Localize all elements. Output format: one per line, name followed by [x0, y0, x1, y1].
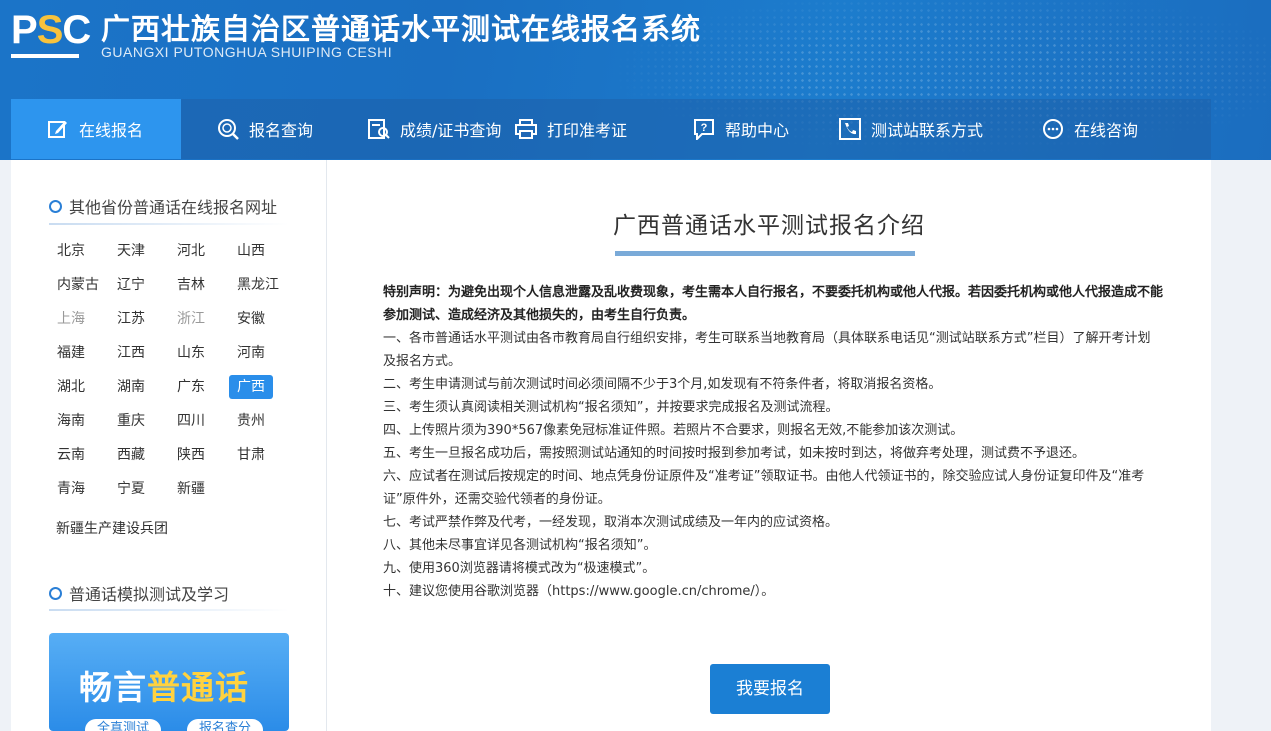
notice-item: 六、应试者在测试后按规定的时间、地点凭身份证原件及“准考证”领取证书。由他人代领… — [383, 469, 1145, 507]
province-link-tianjin[interactable]: 天津 — [113, 239, 149, 263]
province-link-chongqing[interactable]: 重庆 — [113, 409, 149, 433]
province-link-shandong[interactable]: 山东 — [173, 341, 209, 365]
phone-icon — [839, 118, 861, 140]
province-link-shaanxi[interactable]: 陕西 — [173, 443, 209, 467]
province-link-anhui[interactable]: 安徽 — [233, 307, 269, 331]
notice-item: 九、使用360浏览器请将模式改为“极速模式”。 — [383, 561, 656, 576]
notice-item: 七、考试严禁作弊及代考，一经发现，取消本次测试成绩及一年内的应试资格。 — [383, 515, 839, 530]
notice-item: 十、建议您使用谷歌浏览器（https://www.google.cn/chrom… — [383, 584, 775, 599]
divider — [49, 609, 289, 611]
page-title: 广西普通话水平测试报名介绍 — [613, 213, 925, 239]
site-title: 广西壮族自治区普通话水平测试在线报名系统 — [101, 12, 702, 46]
psc-logo: PSC — [11, 10, 91, 60]
chat-icon — [1043, 119, 1063, 139]
printer-icon — [515, 119, 537, 139]
banner-pill-query-score[interactable]: 报名查分 — [187, 719, 264, 731]
province-link-gansu[interactable]: 甘肃 — [233, 443, 269, 467]
province-link-zhejiang[interactable]: 浙江 — [173, 307, 209, 331]
province-link-qinghai[interactable]: 青海 — [53, 477, 89, 501]
edit-icon — [48, 121, 67, 138]
notice-content: 特别声明：为避免出现个人信息泄露及乱收费现象，考生需本人自行报名，不要委托机构或… — [383, 281, 1163, 603]
circle-bullet-icon — [49, 199, 62, 213]
circle-bullet-icon — [49, 586, 62, 600]
notice-item: 五、考生一旦报名成功后，需按照测试站通知的时间按时报到参加考试，如未按时到达，将… — [383, 446, 1086, 461]
nav-online-consultation[interactable]: 在线咨询 — [1042, 99, 1210, 159]
province-link-jilin[interactable]: 吉林 — [173, 273, 209, 297]
province-link-xizang[interactable]: 西藏 — [113, 443, 149, 467]
province-link-heilongjiang[interactable]: 黑龙江 — [233, 273, 283, 297]
province-link-neimenggu[interactable]: 内蒙古 — [53, 273, 103, 297]
province-link-guangxi[interactable]: 广西 — [229, 375, 273, 399]
banner-title: 畅言普通话 — [79, 668, 249, 707]
header-banner: PSC 广西壮族自治区普通话水平测试在线报名系统 GUANGXI PUTONGH… — [0, 0, 1271, 160]
province-link-hebei[interactable]: 河北 — [173, 239, 209, 263]
province-link-henan[interactable]: 河南 — [233, 341, 269, 365]
nav-online-registration[interactable]: 在线报名 — [11, 99, 181, 159]
notice-item: 三、考生须认真阅读相关测试机构“报名须知”，并按要求完成报名及测试流程。 — [383, 400, 839, 415]
province-link-shanxi[interactable]: 山西 — [233, 239, 269, 263]
svg-text:?: ? — [701, 122, 708, 134]
left-sidebar: 其他省份普通话在线报名网址 北京 天津 河北 山西 内蒙古 辽宁 吉林 黑龙江 … — [11, 160, 327, 731]
nav-help-center[interactable]: ? 帮助中心 — [693, 99, 839, 159]
province-link-ningxia[interactable]: 宁夏 — [113, 477, 149, 501]
banner-pill-full-test[interactable]: 全真测试 — [85, 719, 162, 731]
province-link-hainan[interactable]: 海南 — [53, 409, 89, 433]
nav-print-admission-ticket[interactable]: 打印准考证 — [515, 99, 693, 159]
nav-registration-query[interactable]: 报名查询 — [181, 99, 331, 159]
province-link-yunnan[interactable]: 云南 — [53, 443, 89, 467]
certificate-search-icon — [368, 119, 390, 139]
main-nav: 在线报名 报名查询 成绩/证书查询 打印准考证 ? 帮助中心 测试站联系方式 在… — [11, 99, 1211, 159]
title-underline — [615, 251, 915, 256]
main-content: 广西普通话水平测试报名介绍 特别声明：为避免出现个人信息泄露及乱收费现象，考生需… — [327, 160, 1211, 731]
province-link-xinjiang[interactable]: 新疆 — [173, 477, 209, 501]
special-notice: 特别声明：为避免出现个人信息泄露及乱收费现象，考生需本人自行报名，不要委托机构或… — [383, 285, 1164, 323]
enroll-button[interactable]: 我要报名 — [710, 664, 830, 714]
other-provinces-heading: 其他省份普通话在线报名网址 — [49, 194, 277, 218]
nav-test-station-contacts[interactable]: 测试站联系方式 — [839, 99, 1042, 159]
notice-item: 一、各市普通话水平测试由各市教育局自行组织安排，考生可联系当地教育局（具体联系电… — [383, 331, 1151, 369]
province-link-fujian[interactable]: 福建 — [53, 341, 89, 365]
mock-test-heading: 普通话模拟测试及学习 — [49, 581, 229, 605]
province-link-shanghai[interactable]: 上海 — [53, 307, 89, 331]
notice-item: 二、考生申请测试与前次测试时间必须间隔不少于3个月,如发现有不符条件者，将取消报… — [383, 377, 942, 392]
province-link-hunan[interactable]: 湖南 — [113, 375, 149, 399]
search-icon — [218, 119, 239, 140]
province-link-beijing[interactable]: 北京 — [53, 239, 89, 263]
divider — [49, 223, 289, 225]
province-link-jiangxi[interactable]: 江西 — [113, 341, 149, 365]
province-link-xinjiang-bingtuan[interactable]: 新疆生产建设兵团 — [56, 518, 168, 538]
changyan-promo-banner[interactable]: 畅言普通话 全真测试 报名查分 — [49, 633, 289, 731]
province-link-sichuan[interactable]: 四川 — [173, 409, 209, 433]
province-link-guizhou[interactable]: 贵州 — [233, 409, 269, 433]
notice-item: 四、上传照片须为390*567像素免冠标准证件照。若照片不合要求，则报名无效,不… — [383, 423, 964, 438]
help-icon: ? — [694, 119, 714, 140]
province-link-hubei[interactable]: 湖北 — [53, 375, 89, 399]
site-subtitle: GUANGXI PUTONGHUA SHUIPING CESHI — [101, 44, 393, 60]
province-link-jiangsu[interactable]: 江苏 — [113, 307, 149, 331]
province-link-guangdong[interactable]: 广东 — [173, 375, 209, 399]
province-link-liaoning[interactable]: 辽宁 — [113, 273, 149, 297]
notice-item: 八、其他未尽事宜详见各测试机构“报名须知”。 — [383, 538, 657, 553]
nav-score-certificate-query[interactable]: 成绩/证书查询 — [331, 99, 515, 159]
